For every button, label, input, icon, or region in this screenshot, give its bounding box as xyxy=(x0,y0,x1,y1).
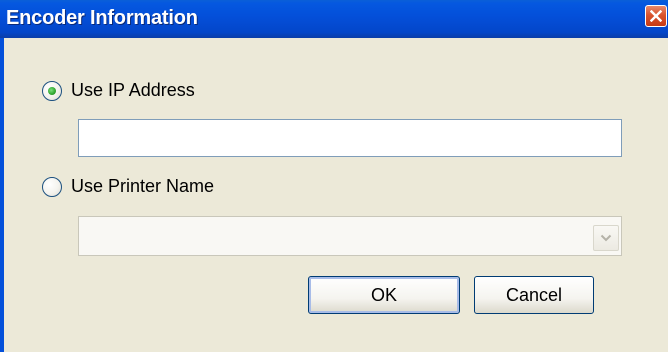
dialog-title: Encoder Information xyxy=(6,7,198,29)
use-printer-name-option[interactable]: Use Printer Name xyxy=(42,176,214,197)
use-printer-name-label: Use Printer Name xyxy=(71,176,215,196)
close-icon xyxy=(650,10,662,22)
ok-button[interactable]: OK xyxy=(308,276,460,314)
printer-name-combobox[interactable] xyxy=(78,216,622,256)
use-printer-name-radio[interactable] xyxy=(42,176,62,197)
use-ip-address-label: Use IP Address xyxy=(71,80,195,100)
ip-address-input[interactable] xyxy=(78,119,622,157)
chevron-down-icon xyxy=(600,234,612,242)
window-left-border xyxy=(0,38,4,352)
printer-name-dropdown-button[interactable] xyxy=(593,225,619,251)
use-ip-address-radio[interactable] xyxy=(42,80,62,101)
use-ip-address-option[interactable]: Use IP Address xyxy=(42,80,195,101)
radio-selected-dot xyxy=(48,86,56,95)
close-button[interactable] xyxy=(645,5,667,27)
encoder-information-dialog: Encoder Information Use IP Address Use P… xyxy=(0,0,668,352)
cancel-button[interactable]: Cancel xyxy=(474,276,594,314)
title-bar[interactable]: Encoder Information xyxy=(0,0,668,38)
